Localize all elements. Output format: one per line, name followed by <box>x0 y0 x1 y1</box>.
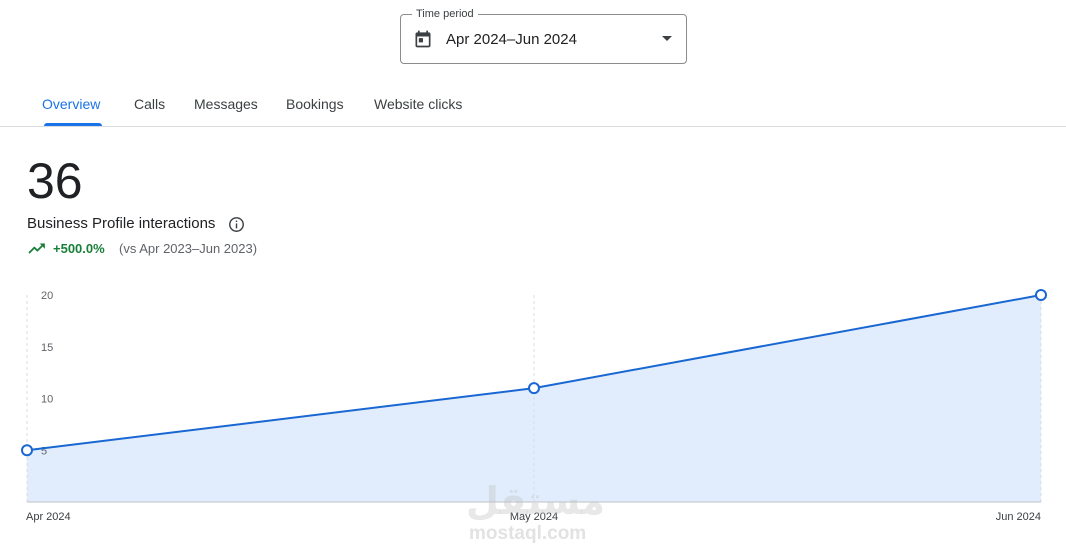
y-tick-label-10: 10 <box>41 394 53 406</box>
x-tick-label-jun-2024: Jun 2024 <box>996 511 1041 523</box>
tab-bar: Overview Calls Messages Bookings Website… <box>0 84 1066 127</box>
trend-change: +500.0% <box>53 241 105 256</box>
metric-label: Business Profile interactions <box>27 215 216 232</box>
time-period-label: Time period <box>412 7 478 21</box>
chevron-down-icon <box>662 36 672 41</box>
tab-website-clicks[interactable]: Website clicks <box>374 96 462 112</box>
time-period-value: Apr 2024–Jun 2024 <box>446 31 577 48</box>
interactions-area-chart: 5101520Apr 2024 May 2024 Jun 2024 <box>21 289 1047 523</box>
performance-page: Time period Apr 2024–Jun 2024 Overview C… <box>0 0 1066 556</box>
metric-value: 36 <box>27 153 83 209</box>
data-point-apr-2024 <box>21 444 33 457</box>
data-point-jun-2024 <box>1035 289 1047 301</box>
tab-bookings[interactable]: Bookings <box>286 96 344 112</box>
tab-calls[interactable]: Calls <box>134 96 165 112</box>
tab-overview[interactable]: Overview <box>42 96 100 112</box>
y-tick-label-15: 15 <box>41 342 53 354</box>
time-period-select[interactable]: Time period Apr 2024–Jun 2024 <box>400 7 687 64</box>
info-icon[interactable] <box>228 216 245 233</box>
calendar-icon <box>415 30 431 48</box>
data-point-may-2024 <box>528 382 540 395</box>
active-tab-indicator <box>44 123 102 126</box>
y-tick-label-20: 20 <box>41 290 53 302</box>
x-tick-label-may-2024: May 2024 <box>510 511 558 523</box>
x-tick-label-apr-2024: Apr 2024 <box>26 511 71 523</box>
trend-comparison: (vs Apr 2023–Jun 2023) <box>119 241 258 256</box>
tab-messages[interactable]: Messages <box>194 96 258 112</box>
trending-up-icon <box>28 243 45 254</box>
